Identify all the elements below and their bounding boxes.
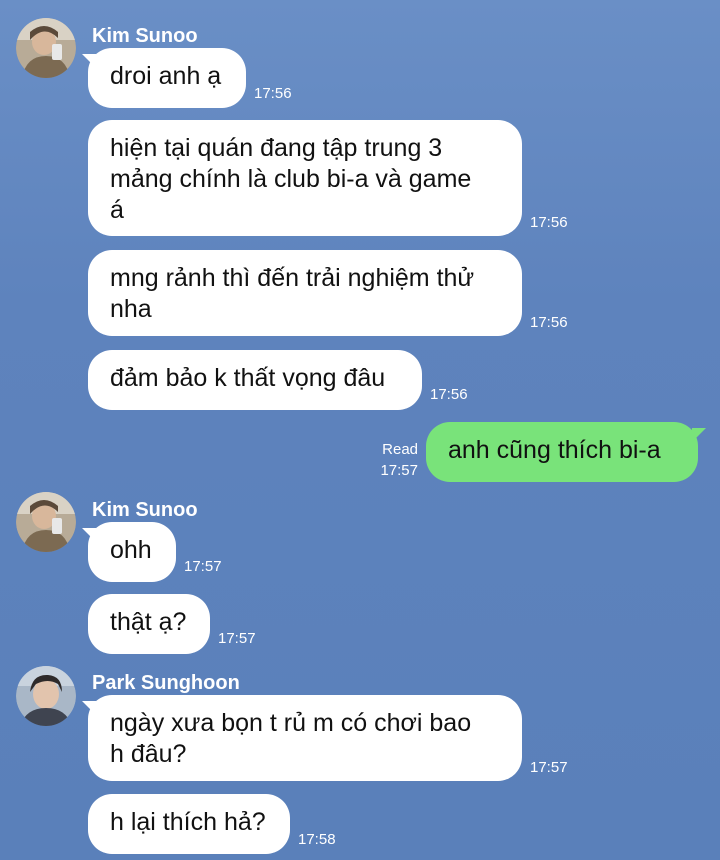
sender-name: Park Sunghoon: [92, 672, 240, 694]
message-text: anh cũng thích bi-a: [448, 436, 661, 464]
message-time: 17:57: [184, 558, 222, 575]
message-text-line: mảng chính là club bi-a và game: [110, 165, 472, 193]
message-time: 17:57: [218, 630, 256, 647]
message-text: h lại thích hả?: [110, 808, 266, 836]
message-bubble[interactable]: h lại thích hả?: [88, 794, 290, 854]
message-text: thật ạ?: [110, 608, 187, 636]
message-bubble[interactable]: mng rảnh thì đến trải nghiệm thử nha: [88, 250, 522, 336]
message-text: đảm bảo k thất vọng đâu: [110, 364, 386, 392]
avatar-kim-sunoo[interactable]: [16, 492, 76, 552]
message-bubble[interactable]: droi anh ạ: [88, 48, 246, 108]
message-text-line: ngày xưa bọn t rủ m có chơi bao: [110, 709, 472, 737]
message-bubble[interactable]: hiện tại quán đang tập trung 3 mảng chín…: [88, 120, 522, 236]
outgoing-message-bubble[interactable]: anh cũng thích bi-a: [426, 422, 698, 482]
message-text-line: nha: [110, 295, 152, 323]
message-bubble[interactable]: ngày xưa bọn t rủ m có chơi bao h đâu?: [88, 695, 522, 781]
message-bubble[interactable]: đảm bảo k thất vọng đâu: [88, 350, 422, 410]
message-time: 17:58: [298, 831, 336, 848]
avatar-park-sunghoon[interactable]: [16, 666, 76, 726]
message-text: ohh: [110, 536, 152, 564]
message-text-line: hiện tại quán đang tập trung 3: [110, 134, 443, 162]
message-text-line: mng rảnh thì đến trải nghiệm thử: [110, 264, 475, 292]
read-receipt: Read: [382, 441, 418, 458]
message-time: 17:56: [254, 85, 292, 102]
message-text: droi anh ạ: [110, 62, 222, 90]
chat-area[interactable]: Kim Sunoo droi anh ạ 17:56 hiện tại quán…: [0, 0, 720, 860]
message-time: 17:56: [430, 386, 468, 403]
sender-name: Kim Sunoo: [92, 25, 198, 47]
message-text-line: h đâu?: [110, 740, 187, 768]
message-text-line: á: [110, 196, 124, 224]
message-bubble[interactable]: thật ạ?: [88, 594, 210, 654]
message-time: 17:57: [380, 462, 418, 479]
message-time: 17:57: [530, 759, 568, 776]
sender-name: Kim Sunoo: [92, 499, 198, 521]
avatar-kim-sunoo[interactable]: [16, 18, 76, 78]
message-bubble[interactable]: ohh: [88, 522, 176, 582]
message-time: 17:56: [530, 314, 568, 331]
message-time: 17:56: [530, 214, 568, 231]
bubble-tail: [692, 428, 706, 442]
